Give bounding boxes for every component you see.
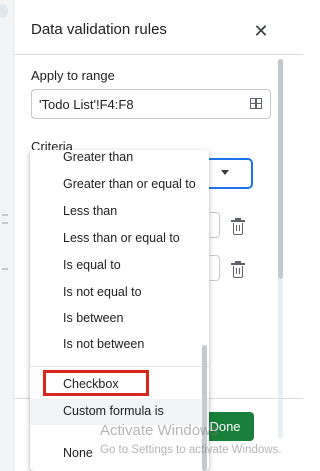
trash-icon[interactable] <box>231 261 245 278</box>
value-input[interactable] <box>210 212 220 238</box>
option-label: Less than <box>63 204 118 218</box>
option-label: Is not equal to <box>63 285 142 299</box>
option-label: Less than or equal to <box>63 231 180 245</box>
trash-icon[interactable] <box>231 218 245 235</box>
range-input[interactable]: 'Todo List'!F4:F8 <box>31 89 271 119</box>
apply-to-range-label: Apply to range <box>31 68 115 83</box>
option-is-between[interactable]: Is between <box>30 306 209 332</box>
background-avatar <box>0 4 8 18</box>
panel-scrollbar-thumb[interactable] <box>278 59 283 279</box>
checkbox-highlight-box <box>43 370 149 396</box>
option-label: Greater than <box>63 150 134 164</box>
caret-down-icon <box>221 170 229 175</box>
background-tick <box>2 214 8 216</box>
option-greater-than[interactable]: Greater than <box>30 150 209 171</box>
option-label: Custom formula is <box>63 404 164 418</box>
option-is-equal-to[interactable]: Is equal to <box>30 253 209 279</box>
option-less-than[interactable]: Less than <box>30 199 209 225</box>
watermark-subtitle: Go to Settings to activate Windows. <box>100 444 282 456</box>
watermark-title: Activate Windows <box>100 422 219 439</box>
option-label: Is between <box>63 311 124 325</box>
option-label: None <box>63 446 93 460</box>
option-is-not-between[interactable]: Is not between <box>30 332 209 358</box>
background-tick <box>2 222 8 224</box>
range-value: 'Todo List'!F4:F8 <box>39 97 134 112</box>
option-label: Is equal to <box>63 258 121 272</box>
menu-separator <box>30 366 209 367</box>
option-less-than-or-equal[interactable]: Less than or equal to <box>30 226 209 252</box>
close-icon[interactable]: ✕ <box>250 20 272 42</box>
grid-select-icon[interactable] <box>250 98 262 109</box>
background-tick <box>2 268 8 270</box>
panel-title: Data validation rules <box>31 21 167 38</box>
value-input[interactable] <box>210 255 220 281</box>
option-label: Is not between <box>63 337 145 351</box>
option-greater-than-or-equal[interactable]: Greater than or equal to <box>30 172 209 198</box>
sheet-background-strip <box>0 0 13 471</box>
option-is-not-equal-to[interactable]: Is not equal to <box>30 280 209 306</box>
option-label: Greater than or equal to <box>63 177 196 191</box>
header-divider <box>14 54 303 55</box>
